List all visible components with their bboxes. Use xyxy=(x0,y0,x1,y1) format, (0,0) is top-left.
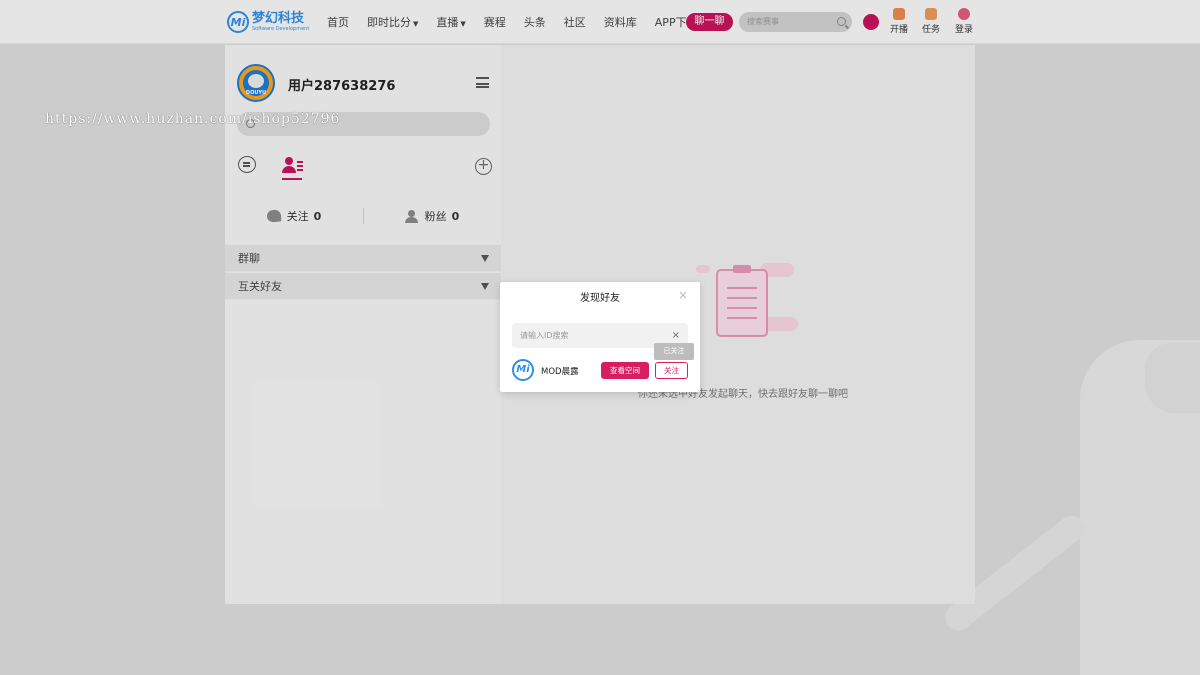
result-avatar[interactable]: Mi xyxy=(512,359,534,381)
result-username: MOD晨露 xyxy=(541,367,579,377)
follow-button[interactable]: 关注 xyxy=(655,362,688,379)
id-search-placeholder: 请输入ID搜索 xyxy=(520,331,569,340)
dialog-title: 发现好友 xyxy=(580,293,620,304)
watermark-url: https://www.huzhan.com/ishop52796 xyxy=(45,111,341,127)
find-friends-dialog: 发现好友 × 请输入ID搜索 × 已关注 Mi MOD晨露 查看空间 关注 xyxy=(500,282,700,392)
close-icon[interactable]: × xyxy=(678,288,688,302)
followed-tooltip: 已关注 xyxy=(654,343,694,360)
view-profile-button[interactable]: 查看空间 xyxy=(601,362,649,379)
